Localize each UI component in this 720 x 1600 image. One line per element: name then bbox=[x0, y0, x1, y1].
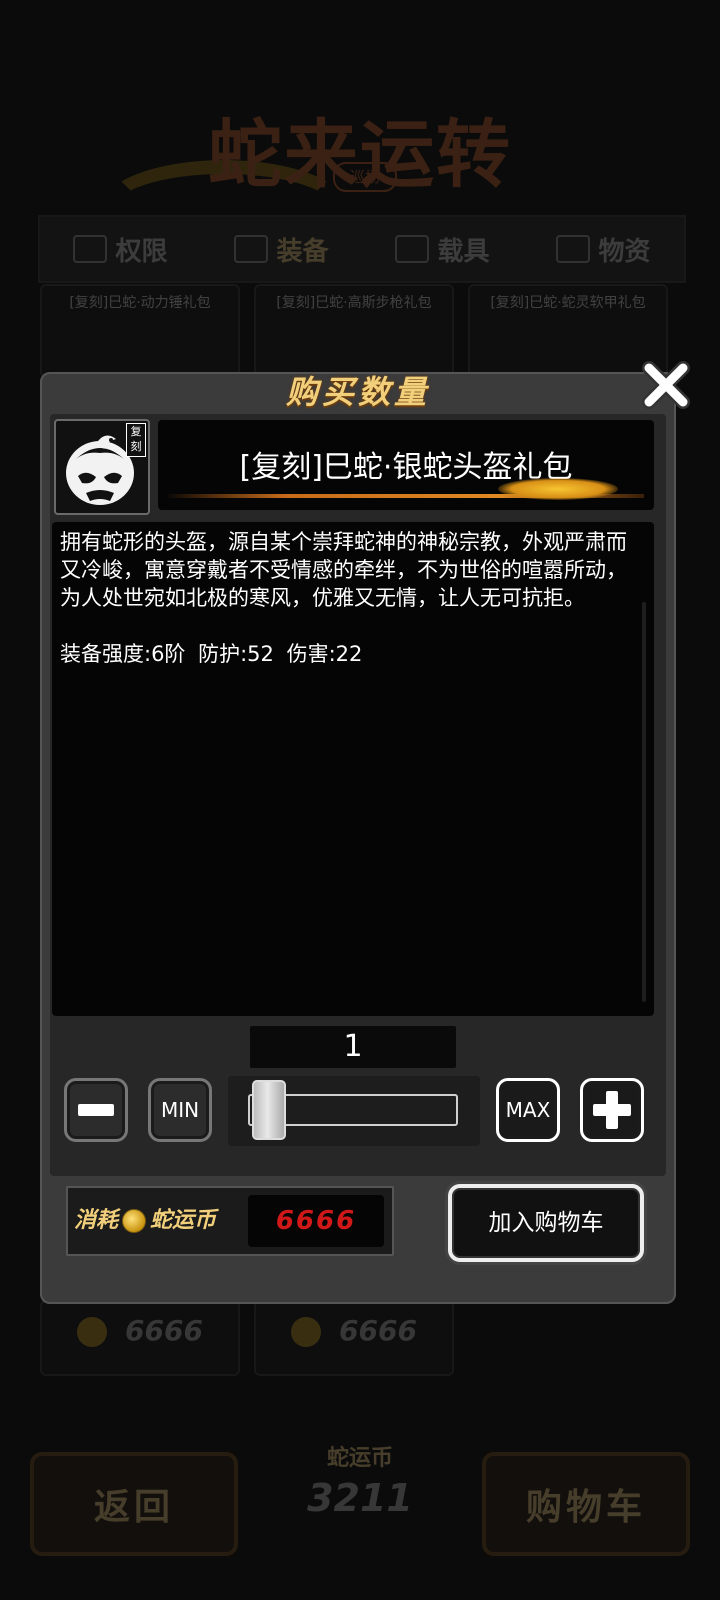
item-description: 拥有蛇形的头盔，源自某个崇拜蛇神的神秘宗教，外观严肃而又冷峻，寓意穿戴者不受情感… bbox=[60, 530, 627, 610]
tab-label: 装备 bbox=[276, 236, 329, 267]
shield-icon bbox=[234, 235, 269, 263]
shop-card-price[interactable]: 6666 bbox=[254, 1300, 454, 1376]
max-button[interactable]: MAX bbox=[496, 1078, 560, 1142]
shop-card-name: [复刻]巳蛇·动力锤礼包 bbox=[69, 295, 211, 311]
price-value: 6666 bbox=[125, 1314, 203, 1347]
gold-swirl-decoration bbox=[498, 478, 618, 500]
cost-label: 消耗 蛇运币 bbox=[74, 1188, 216, 1254]
cost-panel: 消耗 蛇运币 6666 bbox=[66, 1186, 394, 1256]
item-icon: 复刻 bbox=[54, 419, 150, 515]
currency-value: 3211 bbox=[307, 1476, 413, 1520]
tab-label: 载具 bbox=[437, 236, 490, 267]
tab-vehicles[interactable]: 载具 bbox=[362, 217, 523, 281]
item-description-panel[interactable]: 拥有蛇形的头盔，源自某个崇拜蛇神的神秘宗教，外观严肃而又冷峻，寓意穿戴者不受情感… bbox=[52, 522, 654, 1016]
tab-label: 物资 bbox=[598, 236, 651, 267]
car-icon bbox=[395, 235, 430, 263]
shop-card[interactable]: [复刻]巳蛇·蛇灵软甲礼包 bbox=[468, 284, 668, 378]
currency-label: 蛇运币 bbox=[326, 1446, 393, 1471]
dialog-title: 购买数量 bbox=[285, 373, 430, 411]
price-value: 6666 bbox=[339, 1314, 417, 1347]
slider-thumb[interactable] bbox=[252, 1080, 286, 1140]
cost-value: 6666 bbox=[248, 1195, 384, 1247]
dialog-body: 复刻 [复刻]巳蛇·银蛇头盔礼包 拥有蛇形的头盔，源自某个崇拜蛇神的神秘宗教，外… bbox=[50, 414, 666, 1176]
tab-permissions[interactable]: 权限 bbox=[40, 217, 201, 281]
back-button[interactable]: 返回 bbox=[30, 1452, 238, 1556]
shop-card-name: [复刻]巳蛇·蛇灵软甲礼包 bbox=[490, 295, 646, 311]
cost-prefix: 消耗 bbox=[74, 1208, 119, 1233]
item-stats: 装备强度:6阶 防护:52 伤害:22 bbox=[60, 642, 363, 666]
plus-icon bbox=[593, 1091, 631, 1129]
shop-card-price[interactable]: 6666 bbox=[40, 1300, 240, 1376]
close-icon bbox=[642, 361, 690, 409]
shop-card[interactable]: [复刻]巳蛇·动力锤礼包 bbox=[40, 284, 240, 378]
tab-supplies[interactable]: 物资 bbox=[523, 217, 684, 281]
cost-currency: 蛇运币 bbox=[150, 1208, 217, 1233]
item-name-box: [复刻]巳蛇·银蛇头盔礼包 bbox=[158, 420, 654, 510]
shop-card-name: [复刻]巳蛇·高斯步枪礼包 bbox=[276, 295, 432, 311]
decrease-button[interactable] bbox=[64, 1078, 128, 1142]
quantity-display: 1 bbox=[250, 1026, 456, 1068]
coin-icon bbox=[291, 1317, 322, 1347]
cart-button[interactable]: 购物车 bbox=[482, 1452, 690, 1556]
category-tabs: 权限 装备 载具 物资 bbox=[38, 215, 686, 283]
crate-icon bbox=[556, 235, 591, 263]
quantity-slider[interactable] bbox=[228, 1076, 480, 1146]
crown-icon bbox=[73, 235, 108, 263]
coin-icon bbox=[77, 1317, 108, 1347]
increase-button[interactable] bbox=[580, 1078, 644, 1142]
game-title-sub: 巡场 bbox=[333, 162, 397, 192]
minus-icon bbox=[78, 1104, 114, 1116]
purchase-dialog: 购买数量 复刻 [复刻]巳蛇·银蛇头盔礼包 拥有蛇形的头盔，源自某个崇拜蛇神的神… bbox=[40, 372, 676, 1304]
description-scrollbar[interactable] bbox=[642, 602, 646, 1002]
add-to-cart-button[interactable]: 加入购物车 bbox=[448, 1184, 644, 1262]
price-label: 6666 bbox=[256, 1314, 452, 1347]
close-button[interactable] bbox=[641, 360, 691, 410]
shop-card[interactable]: [复刻]巳蛇·高斯步枪礼包 bbox=[254, 284, 454, 378]
tab-label: 权限 bbox=[115, 236, 168, 267]
coin-icon bbox=[122, 1209, 147, 1233]
min-button[interactable]: MIN bbox=[148, 1078, 212, 1142]
reprint-badge: 复刻 bbox=[126, 423, 146, 457]
price-label: 6666 bbox=[42, 1314, 238, 1347]
tab-equipment[interactable]: 装备 bbox=[201, 217, 362, 281]
